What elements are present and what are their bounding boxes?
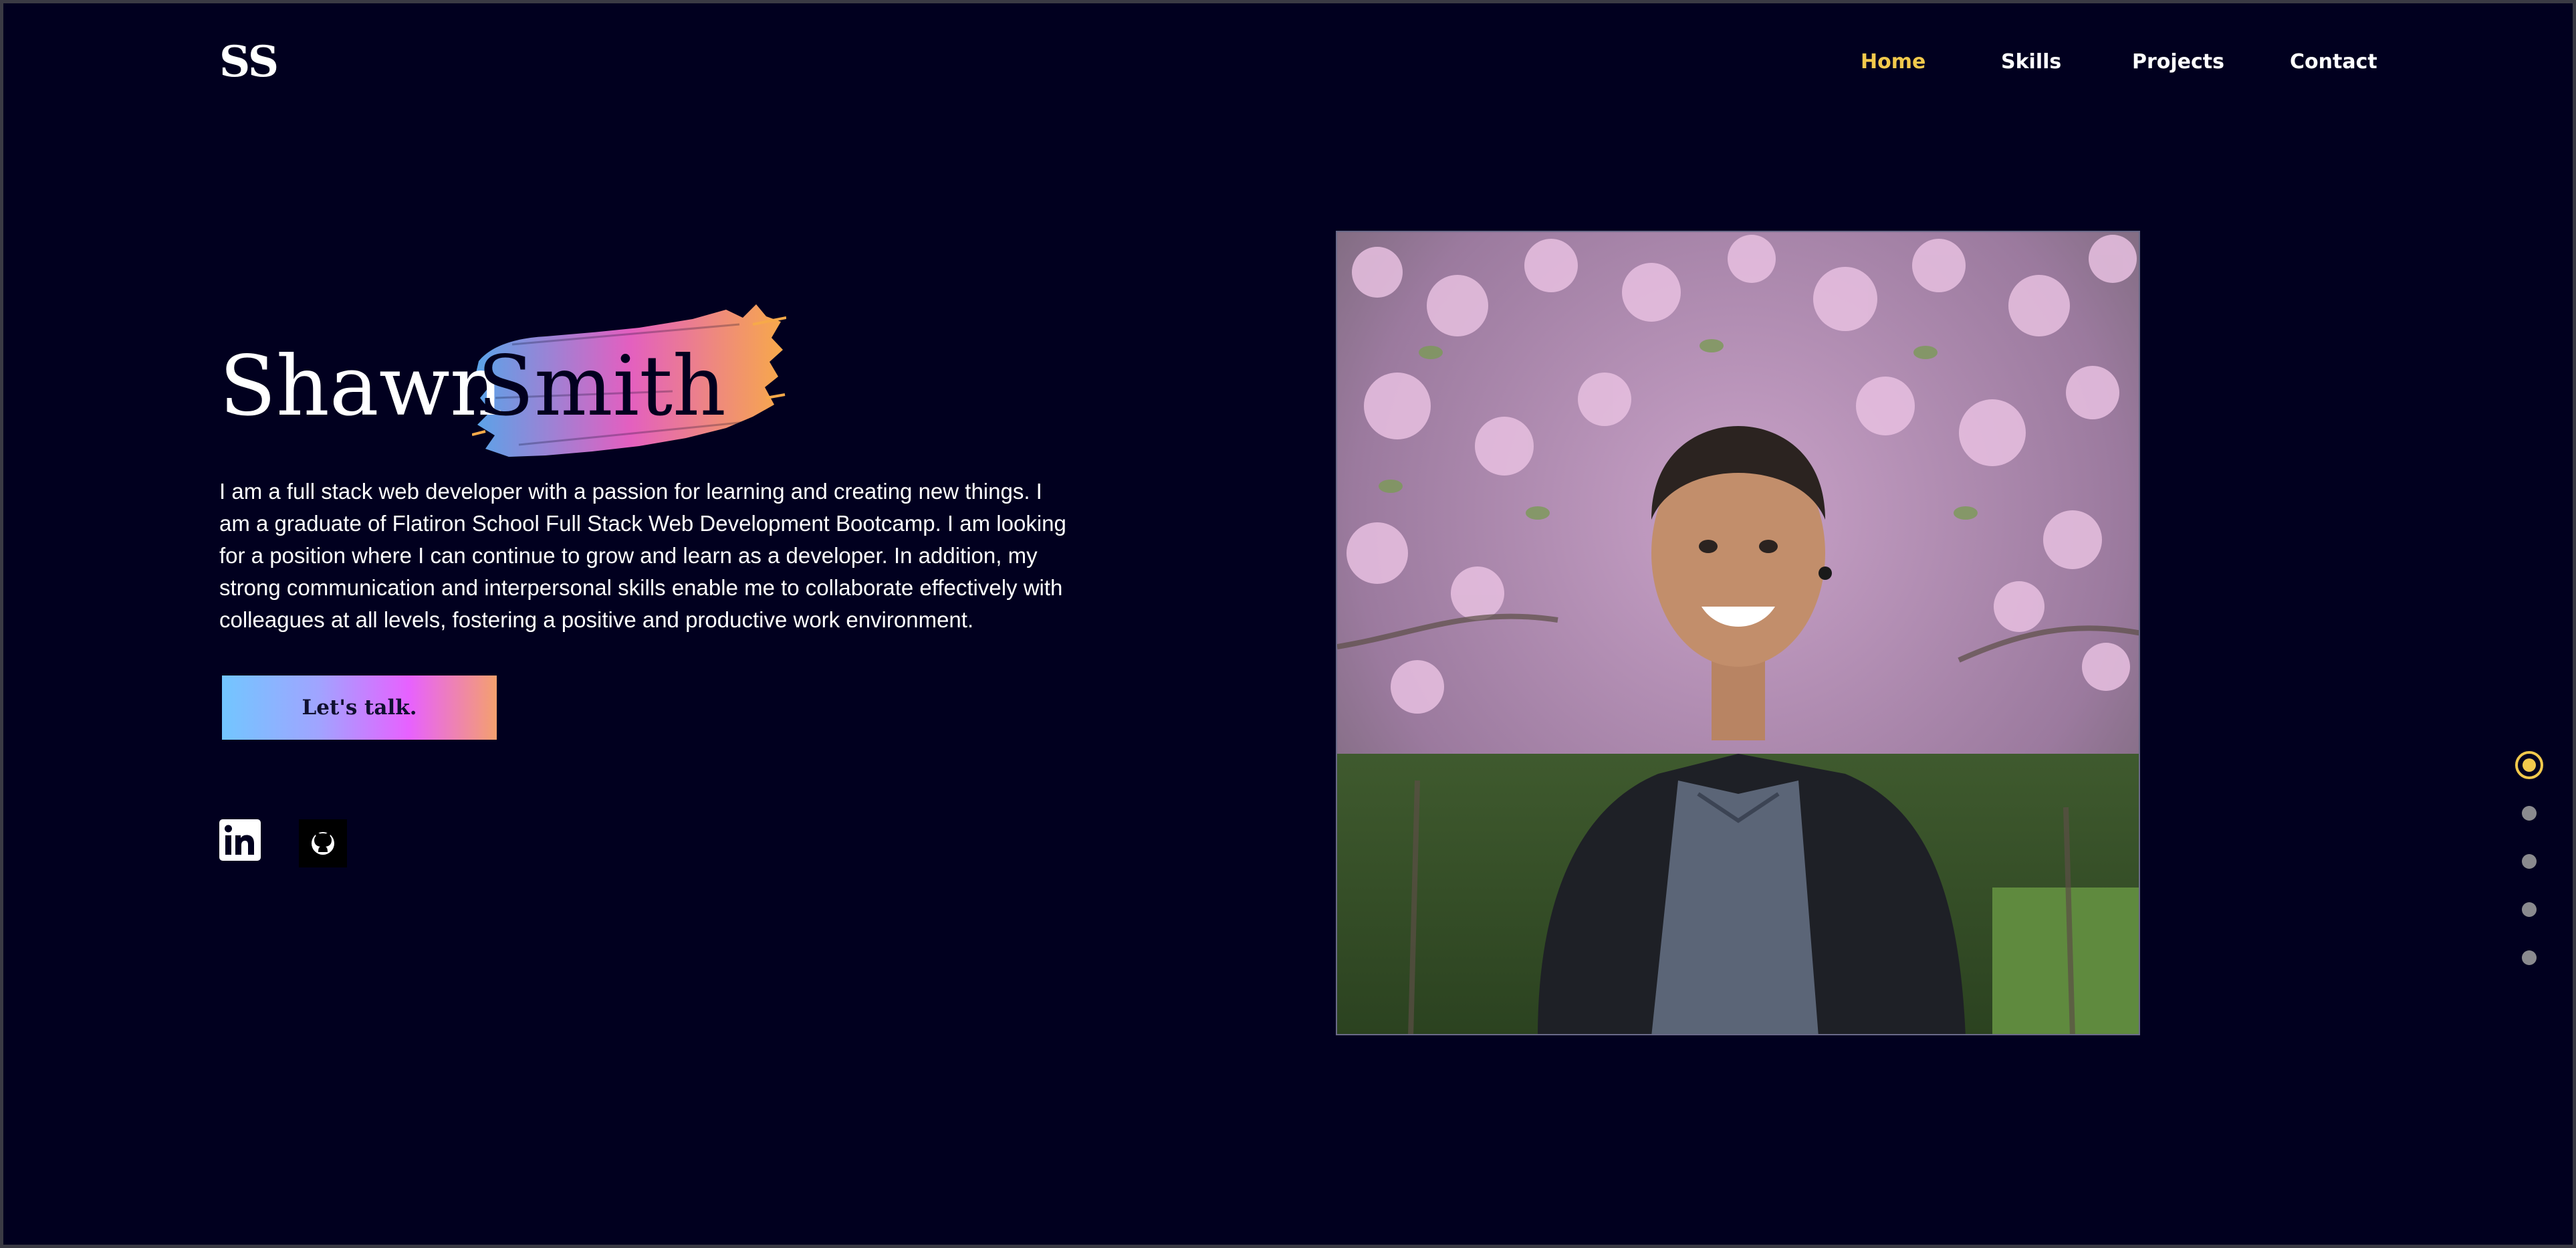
- profile-photo: [1336, 231, 2140, 1035]
- lets-talk-button[interactable]: Let's talk.: [222, 675, 497, 740]
- last-name: Smith: [477, 338, 726, 435]
- bio-paragraph: I am a full stack web developer with a p…: [219, 479, 1066, 632]
- main-nav: Home Skills Projects Contact: [1808, 49, 2410, 76]
- section-dot-home[interactable]: [2515, 751, 2543, 779]
- section-dot-3[interactable]: [2522, 854, 2537, 869]
- section-dot-4[interactable]: [2522, 902, 2537, 917]
- linkedin-icon[interactable]: [219, 819, 267, 867]
- nav-home-link[interactable]: Home: [1861, 49, 1925, 76]
- section-dot-5[interactable]: [2522, 950, 2537, 965]
- nav-projects-link[interactable]: Projects: [2132, 49, 2224, 76]
- github-icon[interactable]: [299, 819, 347, 867]
- nav-skills-link[interactable]: Skills: [2001, 49, 2061, 76]
- nav-contact-link[interactable]: Contact: [2290, 49, 2377, 76]
- first-name: Shawn: [219, 338, 503, 435]
- section-dot-nav: [2512, 751, 2547, 985]
- hero-name-heading: Shawn Smith: [219, 304, 821, 465]
- site-logo[interactable]: SS: [219, 38, 279, 86]
- section-dot-2[interactable]: [2522, 806, 2537, 821]
